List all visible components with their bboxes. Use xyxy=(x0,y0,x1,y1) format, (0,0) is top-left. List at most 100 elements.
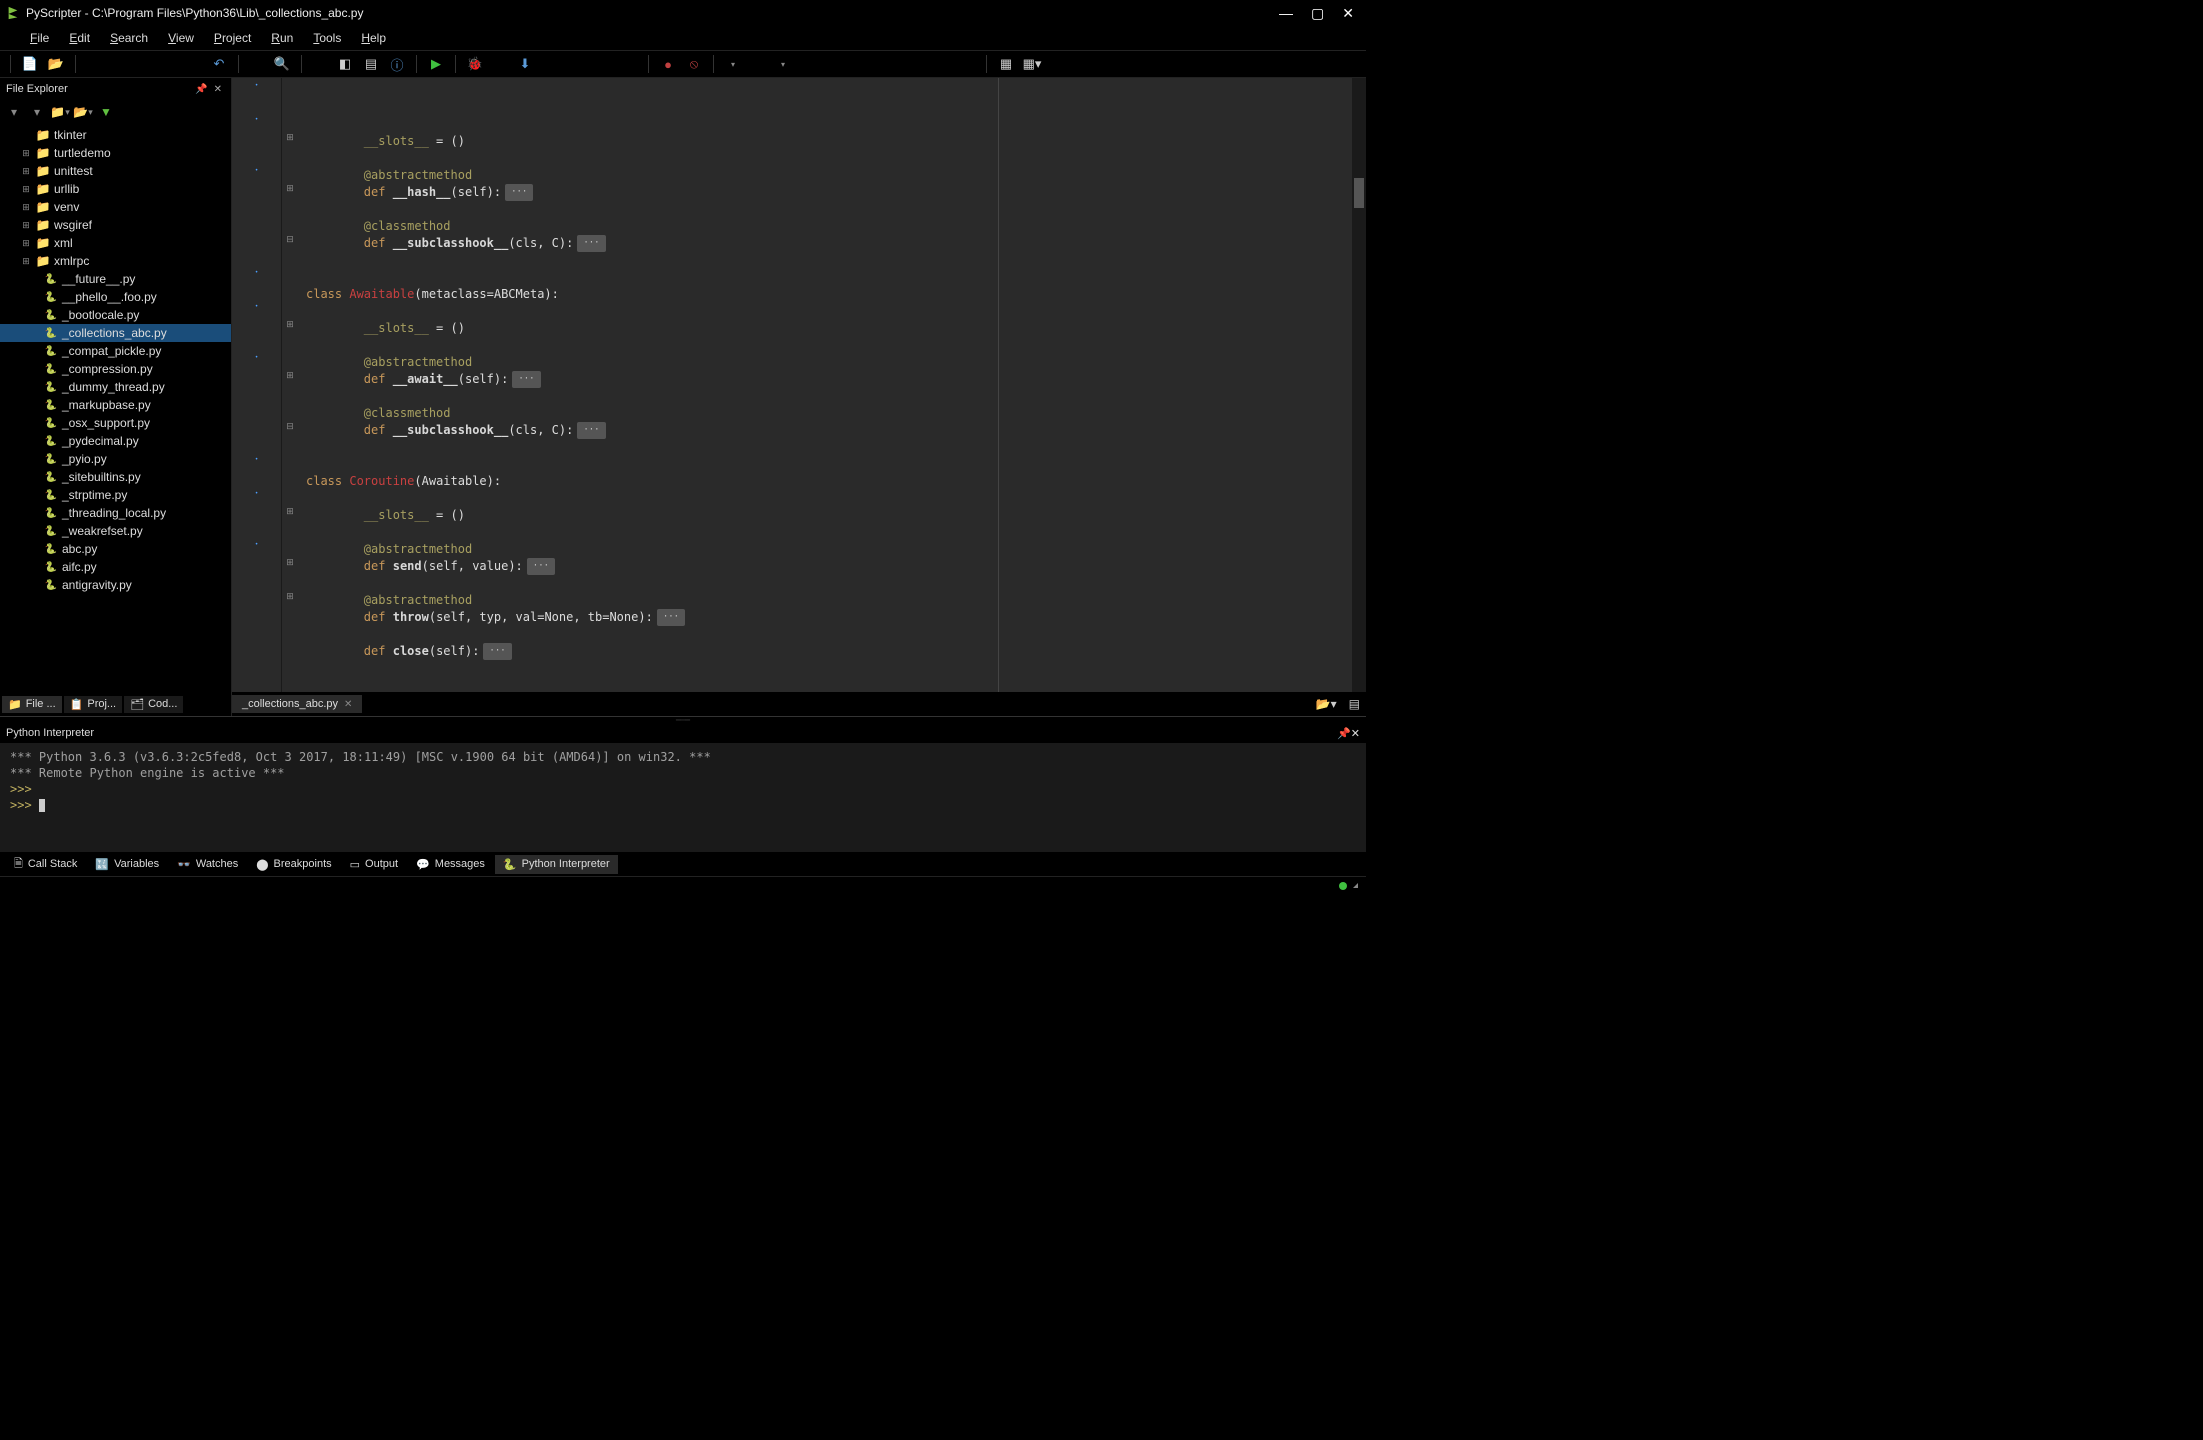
code-line[interactable] xyxy=(306,524,1352,541)
tree-file[interactable]: 🐍_bootlocale.py xyxy=(0,306,231,324)
stop-button[interactable]: ● xyxy=(657,53,679,75)
tree-file[interactable]: 🐍_sitebuiltins.py xyxy=(0,468,231,486)
filter-button[interactable]: ▼ xyxy=(96,102,116,122)
tree-file[interactable]: 🐍aifc.py xyxy=(0,558,231,576)
tree-file[interactable]: 🐍abc.py xyxy=(0,540,231,558)
code-line[interactable] xyxy=(306,252,1352,269)
code-line[interactable]: class Awaitable(metaclass=ABCMeta): xyxy=(306,286,1352,303)
search-button[interactable]: 🔍 xyxy=(271,53,293,75)
code-line[interactable]: @abstractmethod xyxy=(306,592,1352,609)
code-line[interactable]: def throw(self, typ, val=None, tb=None):… xyxy=(306,609,1352,626)
tree-folder[interactable]: ⊞📁xml xyxy=(0,234,231,252)
code-line[interactable]: @classmethod xyxy=(306,405,1352,422)
code-line[interactable]: class Coroutine(Awaitable): xyxy=(306,473,1352,490)
code-line[interactable] xyxy=(306,303,1352,320)
code-line[interactable]: @classmethod xyxy=(306,218,1352,235)
tree-file[interactable]: 🐍__future__.py xyxy=(0,270,231,288)
tab-code[interactable]: 🗂 Cod... xyxy=(124,696,183,713)
interpreter-body[interactable]: *** Python 3.6.3 (v3.6.3:2c5fed8, Oct 3 … xyxy=(0,743,1366,852)
tab-project[interactable]: 📋 Proj... xyxy=(64,696,122,713)
tab-breakpoints[interactable]: ⬤ Breakpoints xyxy=(248,855,339,874)
tree-file[interactable]: 🐍__phello__.foo.py xyxy=(0,288,231,306)
code-line[interactable] xyxy=(306,388,1352,405)
menu-view[interactable]: View xyxy=(158,29,204,47)
tab-list-button[interactable]: ▤ xyxy=(1343,697,1366,711)
code-line[interactable]: @abstractmethod xyxy=(306,167,1352,184)
code-line[interactable] xyxy=(306,337,1352,354)
tree-folder[interactable]: ⊞📁wsgiref xyxy=(0,216,231,234)
resize-grip-icon[interactable] xyxy=(1353,883,1358,888)
code-line[interactable]: @abstractmethod xyxy=(306,354,1352,371)
tab-python-interpreter[interactable]: 🐍 Python Interpreter xyxy=(495,855,618,874)
run-button[interactable]: ▶ xyxy=(425,53,447,75)
open-file-button[interactable]: 📂 xyxy=(45,53,67,75)
tab-close-icon[interactable]: ✕ xyxy=(344,699,352,710)
tab-output[interactable]: ▭ Output xyxy=(342,855,406,874)
tree-folder[interactable]: ⊞📁xmlrpc xyxy=(0,252,231,270)
code-line[interactable] xyxy=(306,269,1352,286)
tab-call-stack[interactable]: 🗎 Call Stack xyxy=(6,852,85,877)
code-line[interactable]: __slots__ = () xyxy=(306,133,1352,150)
tree-file[interactable]: 🐍antigravity.py xyxy=(0,576,231,594)
tree-file[interactable]: 🐍_dummy_thread.py xyxy=(0,378,231,396)
tab-variables[interactable]: 🔣 Variables xyxy=(87,855,167,874)
code-line[interactable]: def __await__(self):··· xyxy=(306,371,1352,388)
menu-tools[interactable]: Tools xyxy=(303,29,351,47)
code-line[interactable] xyxy=(306,626,1352,643)
tab-watches[interactable]: 👓 Watches xyxy=(169,855,246,874)
layout-button-1[interactable]: ▦ xyxy=(995,53,1017,75)
editor-body[interactable]: ••••••••• ⊞⊞⊟⊞⊞⊟⊞⊞⊞ __slots__ = () @abst… xyxy=(232,78,1366,692)
tree-file[interactable]: 🐍_compat_pickle.py xyxy=(0,342,231,360)
tree-file[interactable]: 🐍_osx_support.py xyxy=(0,414,231,432)
tree-folder[interactable]: ⊞📁urllib xyxy=(0,180,231,198)
fold-gutter[interactable]: ⊞⊞⊟⊞⊞⊟⊞⊞⊞ xyxy=(282,78,298,692)
layout-button-2[interactable]: ▦▾ xyxy=(1021,53,1043,75)
tool-button-3[interactable]: ⓘ xyxy=(386,53,408,75)
undo-button[interactable]: ↶ xyxy=(208,53,230,75)
code-line[interactable] xyxy=(306,439,1352,456)
nav-back-button[interactable]: ▾ xyxy=(4,102,24,122)
tool-button-2[interactable]: ▤ xyxy=(360,53,382,75)
step-button[interactable]: ⬇ xyxy=(514,53,536,75)
folder-button[interactable]: 📁▾ xyxy=(50,102,70,122)
tree-folder[interactable]: 📁tkinter xyxy=(0,126,231,144)
code-line[interactable] xyxy=(306,575,1352,592)
tree-file[interactable]: 🐍_strptime.py xyxy=(0,486,231,504)
debug-button[interactable]: 🐞 xyxy=(464,53,486,75)
pin-icon[interactable]: 📌 xyxy=(192,84,210,95)
interpreter-close-icon[interactable]: ✕ xyxy=(1351,727,1360,740)
code-line[interactable] xyxy=(306,456,1352,473)
maximize-button[interactable]: ▢ xyxy=(1311,5,1324,22)
dropdown-2[interactable]: ▾ xyxy=(772,53,794,75)
editor-scrollbar[interactable] xyxy=(1352,78,1366,692)
tree-file[interactable]: 🐍_markupbase.py xyxy=(0,396,231,414)
code-line[interactable] xyxy=(306,150,1352,167)
tree-folder[interactable]: ⊞📁unittest xyxy=(0,162,231,180)
tree-file[interactable]: 🐍_threading_local.py xyxy=(0,504,231,522)
tree-folder[interactable]: ⊞📁venv xyxy=(0,198,231,216)
code-line[interactable] xyxy=(306,490,1352,507)
menu-help[interactable]: Help xyxy=(351,29,396,47)
menu-file[interactable]: File xyxy=(20,29,59,47)
code-line[interactable]: def __subclasshook__(cls, C):··· xyxy=(306,422,1352,439)
menu-run[interactable]: Run xyxy=(261,29,303,47)
tree-folder[interactable]: ⊞📁turtledemo xyxy=(0,144,231,162)
new-file-button[interactable]: 📄 xyxy=(19,53,41,75)
tree-file[interactable]: 🐍_pyio.py xyxy=(0,450,231,468)
tree-file[interactable]: 🐍_compression.py xyxy=(0,360,231,378)
code-line[interactable]: __slots__ = () xyxy=(306,320,1352,337)
menu-search[interactable]: Search xyxy=(100,29,158,47)
code-line[interactable]: def __subclasshook__(cls, C):··· xyxy=(306,235,1352,252)
code-content[interactable]: __slots__ = () @abstractmethod def __has… xyxy=(298,78,1352,692)
nav-fwd-button[interactable]: ▾ xyxy=(27,102,47,122)
panel-close-icon[interactable]: ✕ xyxy=(211,84,225,95)
minimize-button[interactable]: — xyxy=(1279,5,1293,22)
code-line[interactable]: def send(self, value):··· xyxy=(306,558,1352,575)
file-tree[interactable]: 📁tkinter⊞📁turtledemo⊞📁unittest⊞📁urllib⊞📁… xyxy=(0,124,231,692)
tab-file-explorer[interactable]: 📁 File ... xyxy=(2,696,62,713)
dropdown-1[interactable]: ▾ xyxy=(722,53,744,75)
tool-button-1[interactable]: ◧ xyxy=(334,53,356,75)
editor-tab-active[interactable]: _collections_abc.py ✕ xyxy=(232,695,362,713)
tree-file[interactable]: 🐍_pydecimal.py xyxy=(0,432,231,450)
interpreter-pin-icon[interactable]: 📌 xyxy=(1337,727,1351,740)
